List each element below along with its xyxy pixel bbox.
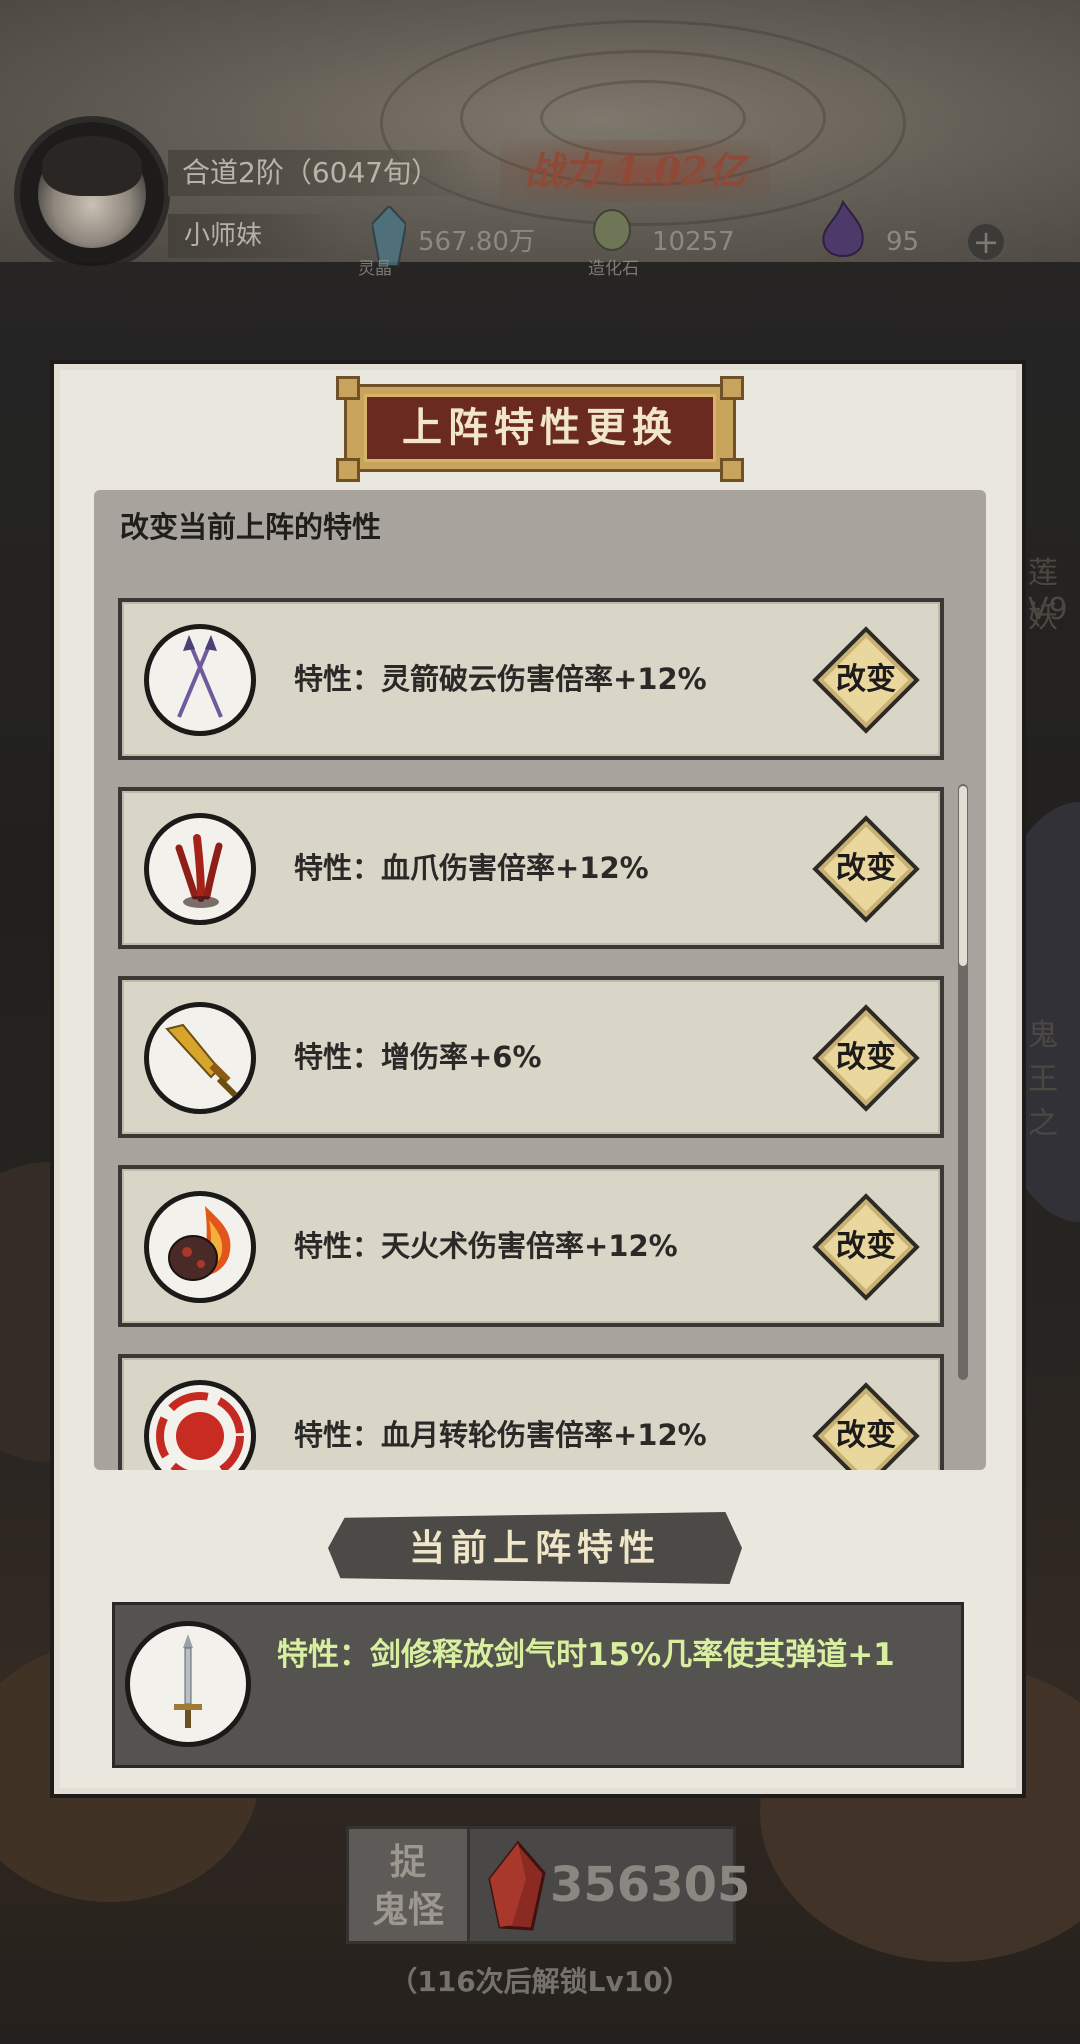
plaque-corner: [336, 458, 360, 482]
trait-card: 特性：增伤率+6% 改变: [118, 976, 944, 1138]
current-trait-card: 特性：剑修释放剑气时15%几率使其弹道+1: [112, 1602, 964, 1768]
resource-spirit: 95: [886, 222, 919, 262]
red-crystal-icon: [482, 1839, 552, 1939]
current-trait-text: 特性：剑修释放剑气时15%几率使其弹道+1: [277, 1637, 895, 1673]
blood-claw-icon: [144, 813, 256, 925]
trait-list-scrollbar[interactable]: [958, 784, 968, 1380]
power-value: 1.02亿: [614, 148, 746, 193]
plaque-corner: [336, 376, 360, 400]
plaque-corner: [720, 376, 744, 400]
change-button[interactable]: 改变: [808, 1000, 924, 1116]
flying-sword-icon: [125, 1621, 251, 1747]
trait-card: 特性：天火术伤害倍率+12% 改变: [118, 1165, 944, 1327]
change-button-label: 改变: [836, 662, 896, 697]
trait-list-panel[interactable]: 改变当前上阵的特性 特性：灵箭破云伤害倍率+12% 改变 特性：血爪伤害倍率+1…: [94, 490, 986, 1470]
catch-ghost-label-line1: 捉: [389, 1842, 426, 1883]
zaohuashi-value: 10257: [652, 227, 735, 257]
fire-meteor-icon: [144, 1191, 256, 1303]
trait-card: 特性：灵箭破云伤害倍率+12% 改变: [118, 598, 944, 760]
trait-text: 特性：增伤率+6%: [294, 1040, 542, 1074]
dialog-title: 上阵特性更换: [364, 394, 716, 462]
unlock-note: （116次后解锁Lv10）: [389, 1965, 691, 1998]
trait-text: 特性：灵箭破云伤害倍率+12%: [294, 662, 707, 696]
resource-lingjing: 567.80万: [418, 222, 535, 262]
trait-text: 特性：血爪伤害倍率+12%: [294, 851, 649, 885]
change-button-label: 改变: [836, 851, 896, 886]
catch-ghost-label: 捉 鬼怪: [346, 1826, 470, 1944]
plaque-corner: [720, 458, 744, 482]
player-name: 小师妹: [168, 214, 344, 258]
resource-zaohuashi: 10257: [652, 222, 735, 262]
trait-card: 特性：血月转轮伤害倍率+12% 改变: [118, 1354, 944, 1470]
catch-ghost-cost: 356305: [470, 1826, 750, 1944]
realm-label: 合道2阶（6047旬）: [168, 150, 482, 196]
change-button-label: 改变: [836, 1418, 896, 1453]
dialog-title-plaque: 上阵特性更换: [336, 376, 744, 482]
trait-card: 特性：血爪伤害倍率+12% 改变: [118, 787, 944, 949]
blood-moon-icon: [144, 1380, 256, 1470]
change-button-label: 改变: [836, 1229, 896, 1264]
catch-ghost-button[interactable]: 捉 鬼怪 356305: [346, 1826, 750, 1944]
power-label: 战力: [524, 148, 601, 193]
trait-text: 特性：血月转轮伤害倍率+12%: [294, 1418, 707, 1452]
player-avatar[interactable]: [14, 116, 170, 272]
purple-flame-icon: [818, 199, 868, 264]
catch-ghost-count: 356305: [550, 1857, 751, 1913]
current-trait-header: 当前上阵特性: [328, 1508, 742, 1588]
list-description: 改变当前上阵的特性: [120, 510, 382, 544]
trait-text: 特性：天火术伤害倍率+12%: [294, 1229, 678, 1263]
spirit-value: 95: [886, 227, 920, 257]
change-button[interactable]: 改变: [808, 622, 924, 738]
lingjing-value: 567.80万: [418, 227, 535, 257]
crossed-arrows-icon: [144, 624, 256, 736]
change-button-label: 改变: [836, 1040, 896, 1075]
combat-power: 战力 1.02亿: [500, 140, 770, 202]
avatar-hair: [42, 136, 142, 196]
change-button[interactable]: 改变: [808, 1189, 924, 1305]
add-resource-button[interactable]: +: [966, 222, 1006, 262]
change-button[interactable]: 改变: [808, 811, 924, 927]
change-button[interactable]: 改变: [808, 1378, 924, 1470]
scrollbar-thumb[interactable]: [959, 786, 967, 966]
catch-ghost-label-line2: 鬼怪: [371, 1890, 444, 1931]
current-trait-title: 当前上阵特性: [408, 1527, 661, 1569]
golden-sword-icon: [144, 1002, 256, 1114]
